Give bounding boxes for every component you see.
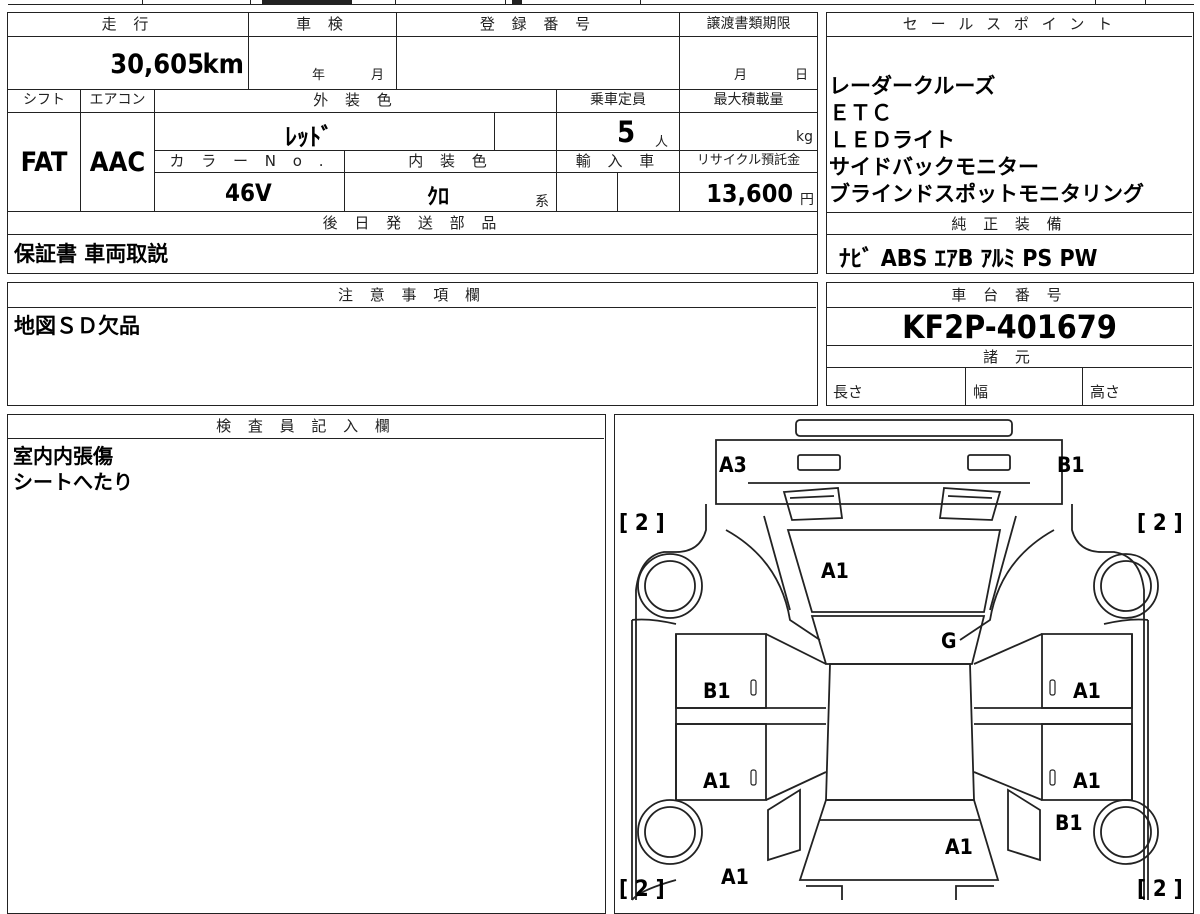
inspector-notes-list: 室内内張傷 シートへたり: [13, 443, 133, 495]
damage-rear-right-door: A1: [1073, 769, 1101, 793]
deadline-cell: 月 日: [680, 37, 817, 90]
sales-point-item: サイドバックモニター: [829, 155, 1039, 179]
import-cell-1: [557, 173, 618, 212]
inspector-box: 検 査 員 記 入 欄 室内内張傷 シートへたり: [7, 414, 606, 914]
shift-value: FAT: [20, 147, 68, 178]
tire-mark-front-left: [ 2 ]: [619, 511, 665, 536]
mileage-value: 30,605: [110, 49, 204, 80]
chassis-box: 車 台 番 号 KF2P-401679 諸 元 長さ 幅 高さ: [826, 282, 1194, 406]
top-strip: [0, 0, 1200, 8]
notes-value: 地図ＳＤ欠品: [14, 314, 140, 338]
damage-front-right-door: A1: [1073, 679, 1101, 703]
deadline-day: 日: [795, 68, 809, 83]
header-max-load: 最大積載量: [680, 90, 817, 113]
shift-cell: FAT: [8, 113, 81, 212]
genuine-equipment-value: ﾅﾋﾞ ABS ｴｱB ｱﾙﾐ PS PW: [839, 246, 1098, 272]
damage-front-left-corner: A3: [719, 453, 747, 477]
sales-points-list: レーダークルーズ ＥＴＣ ＬＥＤライト サイドバックモニター ブラインドスポット…: [829, 73, 1189, 208]
tire-mark-front-right: [ 2 ]: [1137, 511, 1183, 536]
car-damage-diagram: [ 2 ] [ 2 ] [ 2 ] [ 2 ] A3 B1 A1 G B1 A1…: [614, 414, 1194, 914]
header-genuine-equipment: 純 正 装 備: [827, 212, 1192, 235]
header-aircon: エアコン: [81, 90, 155, 113]
recycle-value: 13,600: [706, 179, 793, 208]
mileage-cell: 30,605 km: [8, 37, 249, 90]
recycle-cell: 13,600 円: [680, 173, 817, 212]
later-parts-value: 保証書 車両取説: [14, 242, 169, 266]
interior-color-cell: ｸﾛ 系: [345, 173, 557, 212]
spec-width-label: 幅: [973, 383, 989, 401]
spec-height-label: 高さ: [1090, 383, 1121, 401]
aircon-cell: AAC: [81, 113, 155, 212]
inspector-note-item: シートへたり: [13, 470, 133, 494]
interior-color-value: ｸﾛ: [427, 185, 450, 210]
header-sales-points: セ ー ル ス ポ イ ン ト: [827, 13, 1192, 37]
sales-point-item: ＬＥＤライト: [829, 128, 955, 152]
inspection-cell: 年 月: [249, 37, 397, 90]
header-interior-color: 内 装 色: [345, 151, 557, 173]
header-registration: 登 録 番 号: [397, 13, 680, 37]
damage-hood: A1: [821, 559, 849, 583]
inspector-note-item: 室内内張傷: [13, 444, 113, 468]
recycle-unit: 円: [800, 192, 814, 208]
capacity-value: 5: [617, 115, 636, 149]
header-mileage: 走 行: [8, 13, 249, 37]
sales-point-item: ブラインドスポットモニタリング: [829, 182, 1144, 206]
mileage-unit: km: [202, 49, 244, 80]
import-cell-2: [618, 173, 680, 212]
header-chassis-number: 車 台 番 号: [827, 283, 1192, 308]
sales-points-box: セ ー ル ス ポ イ ン ト レーダークルーズ ＥＴＣ ＬＥＤライト サイドバ…: [826, 12, 1194, 274]
capacity-unit: 人: [655, 135, 669, 150]
exterior-color-extra-cell: [495, 113, 557, 151]
header-later-parts: 後 日 発 送 部 品: [8, 212, 817, 235]
damage-windshield: G: [941, 629, 957, 653]
damage-front-left-door: B1: [703, 679, 731, 703]
inspection-year-label: 年: [312, 68, 326, 83]
tire-mark-rear-right: [ 2 ]: [1137, 877, 1183, 902]
damage-rear-left: A1: [721, 865, 749, 889]
header-notes: 注 意 事 項 欄: [8, 283, 816, 308]
header-inspector: 検 査 員 記 入 欄: [8, 415, 604, 439]
color-no-value: 46V: [225, 179, 272, 207]
damage-front-right-corner: B1: [1057, 453, 1085, 477]
spec-length-label: 長さ: [833, 383, 864, 401]
damage-rear-left-door: A1: [703, 769, 731, 793]
header-color-no: カ ラ ー N o .: [155, 151, 345, 173]
damage-rear-right-fender: B1: [1055, 811, 1083, 835]
header-specs: 諸 元: [827, 346, 1192, 368]
max-load-cell: kg: [680, 113, 817, 151]
header-transfer-deadline: 譲渡書類期限: [680, 13, 817, 37]
vehicle-info-table: 走 行 車 検 登 録 番 号 譲渡書類期限 30,605 km 年 月 月 日…: [7, 12, 818, 274]
exterior-color-value: ﾚｯﾄﾞ: [285, 123, 333, 151]
header-capacity: 乗車定員: [557, 90, 680, 113]
deadline-month: 月: [734, 68, 748, 83]
notes-box: 注 意 事 項 欄 地図ＳＤ欠品: [7, 282, 818, 406]
sales-point-item: ＥＴＣ: [829, 101, 892, 125]
color-no-cell: 46V: [155, 173, 345, 212]
exterior-color-cell: ﾚｯﾄﾞ: [155, 113, 495, 151]
interior-color-suffix: 系: [535, 194, 549, 210]
header-exterior-color: 外 装 色: [155, 90, 557, 113]
header-import: 輸 入 車: [557, 151, 680, 173]
max-load-unit: kg: [796, 129, 813, 145]
chassis-number-value: KF2P-401679: [827, 308, 1192, 346]
header-shift: シフト: [8, 90, 81, 113]
header-inspection: 車 検: [249, 13, 397, 37]
header-recycle: リサイクル預託金: [680, 151, 817, 173]
aircon-value: AAC: [89, 147, 146, 178]
sales-point-item: レーダークルーズ: [829, 74, 996, 98]
registration-cell: [397, 37, 680, 90]
tire-mark-rear-left: [ 2 ]: [619, 877, 665, 902]
damage-trunk: A1: [945, 835, 973, 859]
capacity-cell: 5 人: [557, 113, 680, 151]
inspection-month-label: 月: [371, 68, 385, 83]
